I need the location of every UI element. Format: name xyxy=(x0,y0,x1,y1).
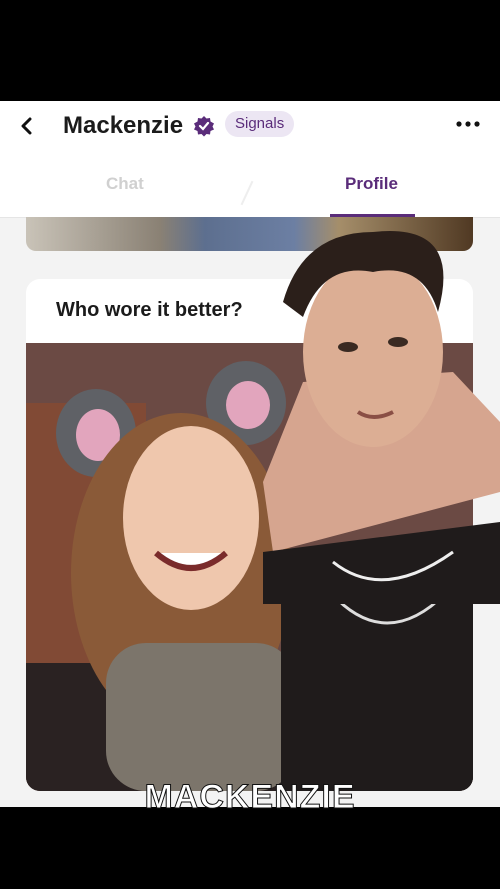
tab-divider xyxy=(240,180,254,206)
overlay-person-image xyxy=(263,231,500,604)
tab-profile[interactable]: Profile xyxy=(345,174,398,194)
chat-header: Mackenzie Signals xyxy=(0,101,500,157)
back-button[interactable] xyxy=(16,115,38,137)
verified-badge-icon xyxy=(194,116,214,137)
profile-name: Mackenzie xyxy=(63,112,184,139)
more-options-button[interactable] xyxy=(455,109,481,135)
tab-bar: Chat Profile xyxy=(0,157,500,218)
tab-chat[interactable]: Chat xyxy=(106,174,144,194)
more-options-icon xyxy=(456,121,480,127)
video-caption: MACKENZIE xyxy=(144,778,356,817)
chevron-left-icon xyxy=(21,117,32,135)
prompt-title: Who wore it better? xyxy=(56,299,243,321)
signals-badge[interactable]: Signals xyxy=(225,111,295,137)
